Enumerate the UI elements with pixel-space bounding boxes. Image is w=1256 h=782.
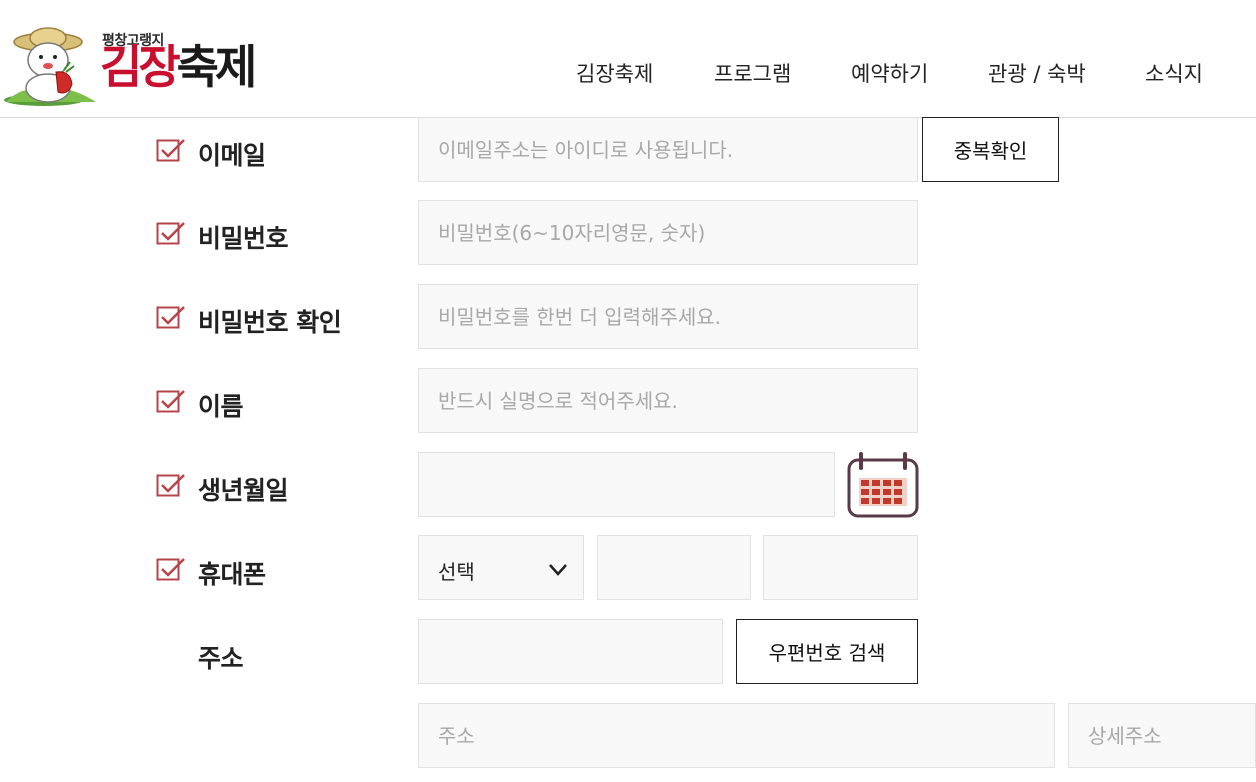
birthdate-label: 생년월일 [198, 476, 289, 505]
password-input[interactable] [418, 200, 918, 265]
required-check-icon [156, 390, 185, 413]
nav-item-tour-stay[interactable]: 관광 / 숙박 [988, 58, 1086, 88]
main-nav: 김장축제 프로그램 예약하기 관광 / 숙박 소식지 [0, 58, 1256, 92]
nav-item-newsletter[interactable]: 소식지 [1145, 58, 1203, 88]
chevron-down-icon [549, 564, 567, 576]
phone-prefix-selected-value: 선택 [438, 560, 475, 584]
phone-prefix-select[interactable]: 선택 [418, 535, 584, 600]
phone-last-input[interactable] [763, 535, 918, 600]
required-check-icon [156, 222, 185, 245]
name-input[interactable] [418, 368, 918, 433]
password-label: 비밀번호 [198, 224, 289, 253]
email-label: 이메일 [198, 141, 266, 170]
nav-item-program[interactable]: 프로그램 [714, 58, 791, 88]
nav-item-reservation[interactable]: 예약하기 [851, 58, 928, 88]
zipcode-search-button[interactable]: 우편번호 검색 [736, 619, 918, 684]
address-detail-input[interactable] [1068, 703, 1256, 768]
name-label: 이름 [198, 392, 244, 421]
address-input[interactable] [418, 703, 1055, 768]
phone-middle-input[interactable] [597, 535, 751, 600]
site-header: 평창고랭지 김장축제 김장축제 프로그램 예약하기 관광 / 숙박 소식지 [0, 0, 1256, 118]
zipcode-input[interactable] [418, 619, 723, 684]
phone-label: 휴대폰 [198, 560, 266, 589]
required-check-icon [156, 139, 185, 162]
password-confirm-input[interactable] [418, 284, 918, 349]
birthdate-input[interactable] [418, 452, 835, 517]
address-label: 주소 [198, 644, 244, 673]
required-check-icon [156, 306, 185, 329]
email-input[interactable] [418, 117, 918, 182]
required-check-icon [156, 558, 185, 581]
password-confirm-label: 비밀번호 확인 [198, 308, 342, 337]
calendar-icon[interactable] [847, 452, 919, 518]
nav-item-kimjang-festival[interactable]: 김장축제 [576, 58, 653, 88]
required-check-icon [156, 474, 185, 497]
email-duplicate-check-button[interactable]: 중복확인 [922, 117, 1059, 182]
